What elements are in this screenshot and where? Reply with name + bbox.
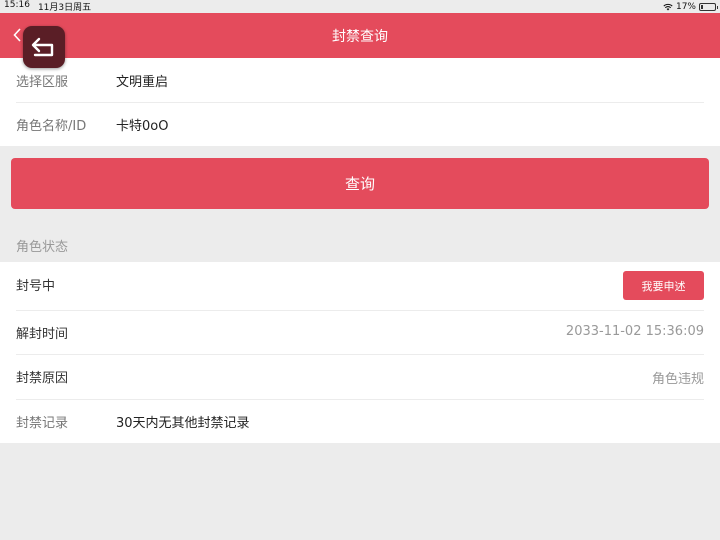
role-label: 角色名称/ID — [16, 119, 87, 134]
battery-percent: 17% — [675, 1, 696, 12]
server-label: 选择区服 — [16, 74, 69, 90]
role-input[interactable]: 卡特0oO — [116, 115, 168, 134]
query-button[interactable]: 查询 — [11, 158, 709, 209]
unban-time-label: 解封时间 — [16, 327, 69, 342]
return-arrow-icon — [31, 37, 54, 57]
back-button[interactable] — [10, 25, 24, 45]
role-status-card: 封号中 我要申述 解封时间 2033-11-02 15:36:09 封禁原因 角… — [0, 262, 720, 443]
chevron-left-icon — [13, 28, 21, 42]
appeal-button[interactable]: 我要申述 — [623, 271, 704, 300]
server-select-row[interactable]: 选择区服 文明重启 — [0, 58, 720, 102]
ban-status-row: 封号中 — [0, 262, 720, 308]
battery-icon — [699, 2, 718, 11]
nav-bar: 封禁查询 — [0, 13, 720, 58]
role-status-section-title: 角色状态 — [16, 240, 69, 255]
status-date: 11月3日周五 — [37, 3, 92, 13]
status-time: 15:16 — [4, 0, 30, 10]
ban-record-row: 封禁记录 30天内无其他封禁记录 — [0, 400, 720, 443]
ban-reason-label: 封禁原因 — [16, 371, 69, 386]
page-title: 封禁查询 — [332, 28, 388, 45]
role-input-row[interactable]: 角色名称/ID 卡特0oO — [0, 103, 720, 146]
status-bar: 15:16 11月3日周五 17% — [0, 0, 720, 13]
ban-reason-value: 角色违规 — [651, 372, 704, 387]
ban-status-text: 封号中 — [16, 279, 56, 294]
ban-record-value: 30天内无其他封禁记录 — [116, 416, 250, 431]
floating-return-button[interactable] — [23, 26, 65, 68]
server-value[interactable]: 文明重启 — [116, 71, 168, 90]
ban-record-label: 封禁记录 — [16, 416, 69, 431]
unban-time-value: 2033-11-02 15:36:09 — [565, 324, 704, 339]
wifi-icon — [663, 3, 673, 10]
ban-reason-row: 封禁原因 — [0, 355, 720, 398]
battery-level — [701, 4, 704, 9]
query-form: 选择区服 文明重启 角色名称/ID 卡特0oO — [0, 58, 720, 146]
